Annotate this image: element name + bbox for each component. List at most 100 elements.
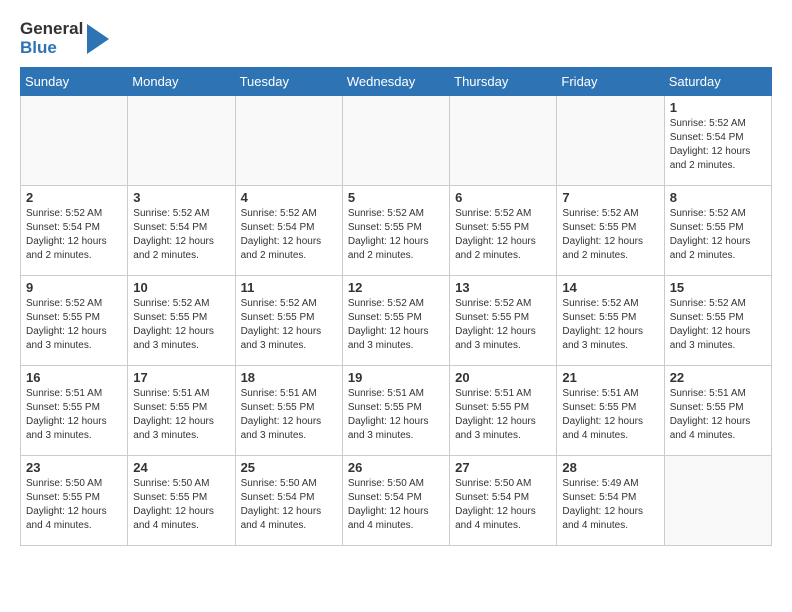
calendar-header-row: SundayMondayTuesdayWednesdayThursdayFrid… [21, 68, 772, 96]
day-number: 13 [455, 280, 551, 295]
day-number: 8 [670, 190, 766, 205]
day-number: 18 [241, 370, 337, 385]
page-header: General Blue [20, 20, 772, 57]
calendar-day-cell: 23Sunrise: 5:50 AM Sunset: 5:55 PM Dayli… [21, 456, 128, 546]
day-of-week-header: Saturday [664, 68, 771, 96]
calendar-day-cell: 9 Sunrise: 5:52 AM Sunset: 5:55 PM Daylig… [21, 276, 128, 366]
day-info: Sunrise: 5:51 AM Sunset: 5:55 PM Dayligh… [455, 387, 551, 443]
day-info: Sunrise: 5:51 AM Sunset: 5:55 PM Dayligh… [241, 387, 337, 443]
day-info: Sunrise: 5:52 AM Sunset: 5:54 PM Dayligh… [26, 207, 122, 263]
day-number: 22 [670, 370, 766, 385]
day-info: Sunrise: 5:52 AM Sunset: 5:54 PM Dayligh… [133, 207, 229, 263]
day-number: 9 [26, 280, 122, 295]
day-number: 14 [562, 280, 658, 295]
day-number: 23 [26, 460, 122, 475]
day-number: 4 [241, 190, 337, 205]
calendar-day-cell [21, 96, 128, 186]
day-info: Sunrise: 5:51 AM Sunset: 5:55 PM Dayligh… [133, 387, 229, 443]
day-info: Sunrise: 5:52 AM Sunset: 5:54 PM Dayligh… [670, 117, 766, 173]
calendar-day-cell: 5 Sunrise: 5:52 AM Sunset: 5:55 PM Daylig… [342, 186, 449, 276]
day-info: Sunrise: 5:52 AM Sunset: 5:55 PM Dayligh… [670, 207, 766, 263]
day-info: Sunrise: 5:52 AM Sunset: 5:55 PM Dayligh… [670, 297, 766, 353]
day-info: Sunrise: 5:52 AM Sunset: 5:54 PM Dayligh… [241, 207, 337, 263]
day-of-week-header: Thursday [450, 68, 557, 96]
calendar-day-cell: 1 Sunrise: 5:52 AM Sunset: 5:54 PM Daylig… [664, 96, 771, 186]
day-info: Sunrise: 5:52 AM Sunset: 5:55 PM Dayligh… [562, 297, 658, 353]
calendar-day-cell [557, 96, 664, 186]
day-info: Sunrise: 5:52 AM Sunset: 5:55 PM Dayligh… [26, 297, 122, 353]
calendar-day-cell: 6 Sunrise: 5:52 AM Sunset: 5:55 PM Daylig… [450, 186, 557, 276]
day-number: 1 [670, 100, 766, 115]
day-number: 27 [455, 460, 551, 475]
day-number: 17 [133, 370, 229, 385]
day-number: 10 [133, 280, 229, 295]
day-of-week-header: Wednesday [342, 68, 449, 96]
calendar-day-cell [450, 96, 557, 186]
day-number: 25 [241, 460, 337, 475]
day-info: Sunrise: 5:50 AM Sunset: 5:54 PM Dayligh… [241, 477, 337, 533]
day-number: 7 [562, 190, 658, 205]
calendar-day-cell: 7Sunrise: 5:52 AM Sunset: 5:55 PM Daylig… [557, 186, 664, 276]
day-number: 15 [670, 280, 766, 295]
calendar-day-cell: 3 Sunrise: 5:52 AM Sunset: 5:54 PM Daylig… [128, 186, 235, 276]
day-of-week-header: Tuesday [235, 68, 342, 96]
calendar-day-cell [342, 96, 449, 186]
calendar-day-cell: 13 Sunrise: 5:52 AM Sunset: 5:55 PM Dayli… [450, 276, 557, 366]
logo-blue: Blue [20, 39, 83, 58]
logo: General Blue [20, 20, 109, 57]
calendar-day-cell: 17 Sunrise: 5:51 AM Sunset: 5:55 PM Dayli… [128, 366, 235, 456]
logo-triangle-icon [87, 24, 109, 54]
day-info: Sunrise: 5:52 AM Sunset: 5:55 PM Dayligh… [348, 207, 444, 263]
calendar-day-cell: 28Sunrise: 5:49 AM Sunset: 5:54 PM Dayli… [557, 456, 664, 546]
day-info: Sunrise: 5:52 AM Sunset: 5:55 PM Dayligh… [133, 297, 229, 353]
day-info: Sunrise: 5:50 AM Sunset: 5:55 PM Dayligh… [133, 477, 229, 533]
calendar-day-cell: 11 Sunrise: 5:52 AM Sunset: 5:55 PM Dayli… [235, 276, 342, 366]
calendar-day-cell: 27Sunrise: 5:50 AM Sunset: 5:54 PM Dayli… [450, 456, 557, 546]
day-of-week-header: Monday [128, 68, 235, 96]
day-number: 16 [26, 370, 122, 385]
day-number: 20 [455, 370, 551, 385]
calendar-day-cell: 14 Sunrise: 5:52 AM Sunset: 5:55 PM Dayli… [557, 276, 664, 366]
calendar-table: SundayMondayTuesdayWednesdayThursdayFrid… [20, 67, 772, 546]
calendar-day-cell: 25 Sunrise: 5:50 AM Sunset: 5:54 PM Dayli… [235, 456, 342, 546]
calendar-day-cell: 18 Sunrise: 5:51 AM Sunset: 5:55 PM Dayli… [235, 366, 342, 456]
logo-general: General [20, 20, 83, 39]
day-number: 28 [562, 460, 658, 475]
calendar-day-cell: 15 Sunrise: 5:52 AM Sunset: 5:55 PM Dayli… [664, 276, 771, 366]
logo-text: General Blue [20, 20, 83, 57]
day-info: Sunrise: 5:51 AM Sunset: 5:55 PM Dayligh… [670, 387, 766, 443]
day-of-week-header: Sunday [21, 68, 128, 96]
calendar-day-cell [235, 96, 342, 186]
day-number: 2 [26, 190, 122, 205]
calendar-day-cell: 19Sunrise: 5:51 AM Sunset: 5:55 PM Dayli… [342, 366, 449, 456]
calendar-day-cell: 8 Sunrise: 5:52 AM Sunset: 5:55 PM Daylig… [664, 186, 771, 276]
day-number: 5 [348, 190, 444, 205]
day-number: 11 [241, 280, 337, 295]
calendar-day-cell: 20 Sunrise: 5:51 AM Sunset: 5:55 PM Dayli… [450, 366, 557, 456]
calendar-day-cell [128, 96, 235, 186]
calendar-day-cell: 24Sunrise: 5:50 AM Sunset: 5:55 PM Dayli… [128, 456, 235, 546]
calendar-day-cell: 26 Sunrise: 5:50 AM Sunset: 5:54 PM Dayli… [342, 456, 449, 546]
day-number: 6 [455, 190, 551, 205]
calendar-day-cell [664, 456, 771, 546]
day-of-week-header: Friday [557, 68, 664, 96]
day-number: 26 [348, 460, 444, 475]
day-info: Sunrise: 5:51 AM Sunset: 5:55 PM Dayligh… [562, 387, 658, 443]
calendar-week-row: 1 Sunrise: 5:52 AM Sunset: 5:54 PM Daylig… [21, 96, 772, 186]
day-number: 19 [348, 370, 444, 385]
calendar-day-cell: 21 Sunrise: 5:51 AM Sunset: 5:55 PM Dayli… [557, 366, 664, 456]
day-number: 21 [562, 370, 658, 385]
calendar-day-cell: 2 Sunrise: 5:52 AM Sunset: 5:54 PM Daylig… [21, 186, 128, 276]
calendar-day-cell: 16Sunrise: 5:51 AM Sunset: 5:55 PM Dayli… [21, 366, 128, 456]
day-number: 12 [348, 280, 444, 295]
day-info: Sunrise: 5:52 AM Sunset: 5:55 PM Dayligh… [455, 297, 551, 353]
calendar-week-row: 23 Sunrise: 5:50 AM Sunset: 5:55 PM Dayli… [21, 456, 772, 546]
day-info: Sunrise: 5:52 AM Sunset: 5:55 PM Dayligh… [455, 207, 551, 263]
day-info: Sunrise: 5:52 AM Sunset: 5:55 PM Dayligh… [241, 297, 337, 353]
calendar-day-cell: 4 Sunrise: 5:52 AM Sunset: 5:54 PM Daylig… [235, 186, 342, 276]
day-number: 3 [133, 190, 229, 205]
day-info: Sunrise: 5:50 AM Sunset: 5:54 PM Dayligh… [348, 477, 444, 533]
calendar-week-row: 9 Sunrise: 5:52 AM Sunset: 5:55 PM Daylig… [21, 276, 772, 366]
calendar-day-cell: 22 Sunrise: 5:51 AM Sunset: 5:55 PM Dayli… [664, 366, 771, 456]
calendar-day-cell: 10 Sunrise: 5:52 AM Sunset: 5:55 PM Dayli… [128, 276, 235, 366]
